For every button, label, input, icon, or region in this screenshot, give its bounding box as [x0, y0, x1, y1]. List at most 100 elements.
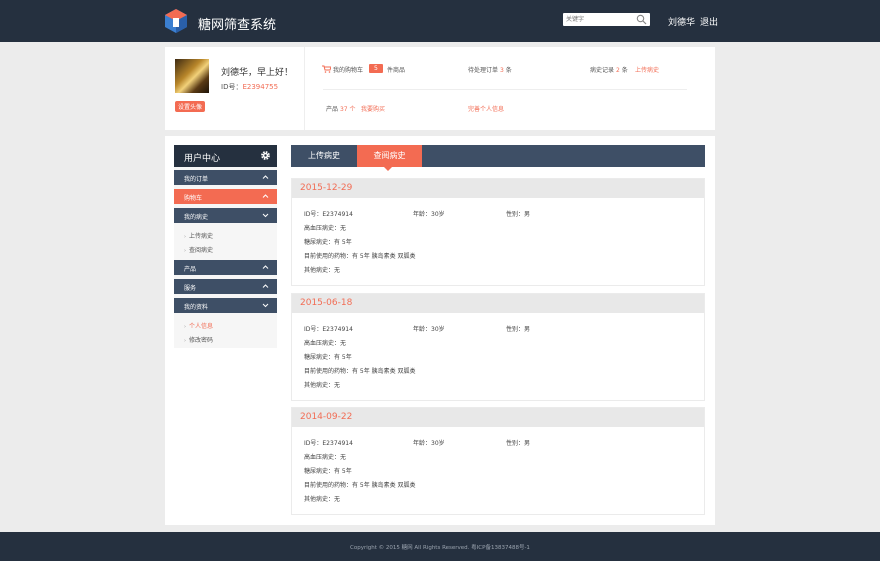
sidebar-sub-personal-info[interactable]: › 个人信息 — [184, 321, 274, 330]
record-sex: 性别：男 — [506, 326, 531, 333]
cart-unit: 件商品 — [387, 67, 406, 74]
site-title: 糖网筛查系统 — [198, 18, 277, 33]
record-date: 2015-06-18 — [292, 294, 704, 313]
profile-panel: 刘德华，早上好！ ID号：E2394755 设置头像 我的购物车 5 件商品 待… — [165, 47, 715, 130]
history-record: 2015-06-18 ID号：E2374914 年龄：30岁 性别：男 高血压病… — [291, 293, 705, 401]
header-user-name[interactable]: 刘德华 — [668, 15, 695, 28]
history-record: 2014-09-22 ID号：E2374914 年龄：30岁 性别：男 高血压病… — [291, 407, 705, 515]
record-other: 其他病史：无 — [304, 267, 341, 274]
products-count[interactable]: 产品 37 个 — [326, 104, 356, 113]
buy-link[interactable]: 我要购买 — [361, 104, 385, 113]
user-id-label: ID号： — [221, 83, 243, 91]
cart-label[interactable]: 我的购物车 — [333, 65, 363, 74]
sidebar-item-label: 购物车 — [184, 195, 203, 202]
sidebar-sub-view-history[interactable]: › 查阅病史 — [184, 245, 274, 254]
avatar — [175, 59, 209, 93]
sidebar-item-label: 我的病史 — [184, 214, 209, 221]
history-count: 2 — [615, 67, 620, 74]
arrow-right-icon: › — [184, 324, 186, 330]
history-label: 病史记录 — [590, 67, 615, 74]
sidebar-item-label: 我的订单 — [184, 176, 209, 183]
record-id: ID号：E2374914 — [304, 211, 353, 218]
record-id: ID号：E2374914 — [304, 326, 353, 333]
set-avatar-button[interactable]: 设置头像 — [175, 101, 206, 112]
sub-item-label: 上传病史 — [189, 233, 214, 240]
record-other: 其他病史：无 — [304, 382, 341, 389]
record-diabetes: 糖尿病史：有 5年 — [304, 239, 352, 246]
pending-orders[interactable]: 待处理订单 3 条 — [468, 65, 512, 74]
history-records[interactable]: 病史记录 2 条 — [590, 65, 628, 74]
chevron-down-icon — [262, 303, 269, 308]
user-id-value: E2394755 — [242, 83, 279, 91]
sidebar-title: 用户中心 — [184, 154, 221, 164]
sidebar-item-services[interactable]: 服务 — [174, 279, 277, 294]
copyright-text: Copyright © 2015 糖网 All Rights Reserved.… — [350, 545, 530, 551]
profile-divider — [304, 47, 305, 130]
pending-label: 待处理订单 — [468, 67, 499, 74]
search-box — [563, 13, 650, 26]
arrow-right-icon: › — [184, 234, 186, 240]
pending-count: 3 — [499, 67, 504, 74]
record-diabetes: 糖尿病史：有 5年 — [304, 354, 352, 361]
main-panel: 用户中心 我的订单 购物车 我的病史 › 上传病史 › 查阅病史 产品 服务 我… — [165, 136, 715, 525]
sidebar-header: 用户中心 — [174, 145, 277, 167]
sidebar-item-orders[interactable]: 我的订单 — [174, 170, 277, 185]
chevron-up-icon — [262, 284, 269, 288]
record-age: 年龄：30岁 — [413, 326, 445, 333]
search-input[interactable] — [566, 14, 634, 25]
cart-icon — [322, 65, 331, 73]
record-hypertension: 高血压病史：无 — [304, 340, 347, 347]
info-divider — [323, 89, 687, 90]
sidebar-sub-upload-history[interactable]: › 上传病史 — [184, 231, 274, 240]
record-age: 年龄：30岁 — [413, 211, 445, 218]
logout-link[interactable]: 退出 — [700, 15, 718, 28]
upload-history-link[interactable]: 上传病史 — [635, 65, 659, 74]
cart-count-badge: 5 — [369, 64, 383, 73]
logo-icon[interactable] — [164, 8, 188, 34]
search-icon[interactable] — [636, 14, 647, 25]
tab-view-history[interactable]: 查阅病史 — [357, 145, 422, 167]
arrow-right-icon: › — [184, 248, 186, 254]
sidebar-item-products[interactable]: 产品 — [174, 260, 277, 275]
record-hypertension: 高血压病史：无 — [304, 225, 347, 232]
chevron-up-icon — [262, 175, 269, 179]
products-unit: 个 — [349, 106, 356, 113]
history-record: 2015-12-29 ID号：E2374914 年龄：30岁 性别：男 高血压病… — [291, 178, 705, 286]
record-diabetes: 糖尿病史：有 5年 — [304, 468, 352, 475]
chevron-up-icon — [262, 265, 269, 269]
products-number: 37 — [339, 106, 348, 113]
record-hypertension: 高血压病史：无 — [304, 454, 347, 461]
products-label: 产品 — [326, 106, 339, 113]
record-drugs: 目前使用的药物：有 5年 胰岛素类 双胍类 — [304, 253, 416, 260]
pending-unit: 条 — [505, 67, 512, 74]
sidebar-item-label: 服务 — [184, 285, 197, 292]
history-unit: 条 — [621, 67, 628, 74]
sub-item-label: 查阅病史 — [189, 247, 214, 254]
top-header: 糖网筛查系统 刘德华 退出 — [0, 0, 880, 42]
arrow-right-icon: › — [184, 338, 186, 344]
sidebar-sub-change-password[interactable]: › 修改密码 — [184, 335, 274, 344]
complete-info-link[interactable]: 完善个人信息 — [468, 104, 504, 113]
sidebar-item-cart[interactable]: 购物车 — [174, 189, 277, 204]
sidebar-item-label: 我的资料 — [184, 304, 209, 311]
record-date: 2014-09-22 — [292, 408, 704, 427]
record-drugs: 目前使用的药物：有 5年 胰岛素类 双胍类 — [304, 482, 416, 489]
user-id: ID号：E2394755 — [221, 82, 278, 92]
greeting-text: 刘德华，早上好！ — [221, 68, 294, 78]
sub-item-label: 修改密码 — [189, 337, 214, 344]
record-drugs: 目前使用的药物：有 5年 胰岛素类 双胍类 — [304, 368, 416, 375]
record-age: 年龄：30岁 — [413, 440, 445, 447]
gear-icon[interactable] — [260, 150, 271, 161]
sidebar: 用户中心 我的订单 购物车 我的病史 › 上传病史 › 查阅病史 产品 服务 我… — [174, 145, 277, 348]
record-sex: 性别：男 — [506, 211, 531, 218]
footer: Copyright © 2015 糖网 All Rights Reserved.… — [0, 532, 880, 561]
sub-item-label: 个人信息 — [189, 323, 214, 330]
active-tab-notch — [384, 167, 392, 171]
record-sex: 性别：男 — [506, 440, 531, 447]
sidebar-item-label: 产品 — [184, 266, 197, 273]
sidebar-item-my-profile[interactable]: 我的资料 — [174, 298, 277, 313]
record-date: 2015-12-29 — [292, 179, 704, 198]
sidebar-item-history[interactable]: 我的病史 — [174, 208, 277, 223]
tab-upload-history[interactable]: 上传病史 — [291, 145, 357, 167]
record-id: ID号：E2374914 — [304, 440, 353, 447]
